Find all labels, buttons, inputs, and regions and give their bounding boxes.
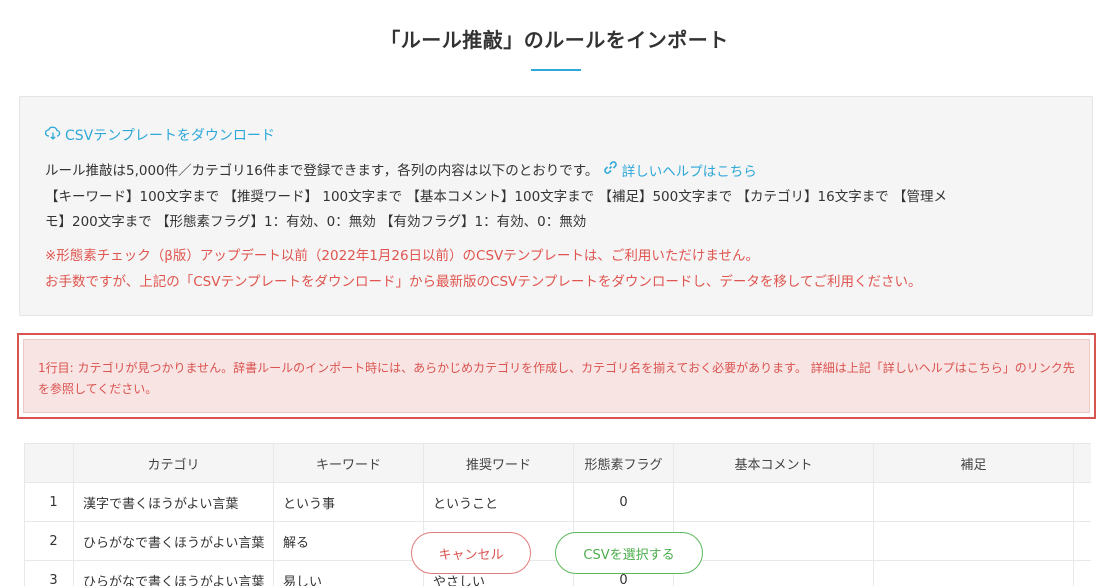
error-message: 1行目: カテゴリが見つかりません。辞書ルールのインポート時には、あらかじめカテ… <box>23 339 1090 413</box>
csv-template-download-label: CSVテンプレートをダウンロード <box>65 128 275 144</box>
col-header-recommended-word: 推奨ワード <box>423 443 574 483</box>
row-extra <box>1073 482 1091 522</box>
row-basic-comment <box>673 560 874 586</box>
page-title: 「ルール推敲」のルールをインポート <box>380 28 729 52</box>
row-extra <box>1073 521 1091 561</box>
row-basic-comment <box>673 482 874 522</box>
table-row: 1 漢字で書くほうがよい言葉 という事 ということ 0 <box>24 482 1091 522</box>
help-link[interactable]: 詳しいヘルプはこちら <box>603 160 757 180</box>
column-limits-line1: 【キーワード】100文字まで 【推奨ワード】 100文字まで 【基本コメント】1… <box>45 189 947 205</box>
row-note <box>873 521 1074 561</box>
row-index: 3 <box>24 560 74 586</box>
limits-summary-text: ルール推敲は5,000件／カテゴリ16件まで登録できます，各列の内容は以下のとお… <box>45 163 599 179</box>
col-header-basic-comment: 基本コメント <box>673 443 874 483</box>
row-category: ひらがなで書くほうがよい言葉 <box>73 521 274 561</box>
select-csv-button[interactable]: CSVを選択する <box>555 532 703 574</box>
info-box: CSVテンプレートをダウンロード ルール推敲は5,000件／カテゴリ16件まで登… <box>19 96 1093 316</box>
row-keyword: という事 <box>273 482 424 522</box>
template-version-warning: ※形態素チェック（β版）アップデート以前（2022年1月26日以前）のCSVテン… <box>45 248 759 264</box>
title-underline <box>531 69 581 71</box>
cancel-button[interactable]: キャンセル <box>411 532 531 574</box>
csv-template-download-link[interactable]: CSVテンプレートをダウンロード <box>44 125 275 145</box>
row-note <box>873 560 1074 586</box>
row-category: ひらがなで書くほうがよい言葉 <box>73 560 274 586</box>
col-header-keyword: キーワード <box>273 443 424 483</box>
table-header-row: カテゴリ キーワード 推奨ワード 形態素フラグ 基本コメント 補足 <box>24 443 1091 483</box>
row-category: 漢字で書くほうがよい言葉 <box>73 482 274 522</box>
link-icon <box>603 160 618 179</box>
col-header-note: 補足 <box>873 443 1074 483</box>
col-header-morpheme-flag: 形態素フラグ <box>573 443 674 483</box>
row-basic-comment <box>673 521 874 561</box>
column-limits-line2: モ】200文字まで 【形態素フラグ】1：有効、0：無効 【有効フラグ】1：有効、… <box>45 214 587 230</box>
row-keyword: 易しい <box>273 560 424 586</box>
limits-summary: ルール推敲は5,000件／カテゴリ16件まで登録できます，各列の内容は以下のとお… <box>45 159 757 180</box>
cloud-download-icon <box>44 126 61 144</box>
row-index: 2 <box>24 521 74 561</box>
template-update-instruction: お手数ですが、上記の「CSVテンプレートをダウンロード」から最新版のCSVテンプ… <box>45 274 922 290</box>
col-header-category: カテゴリ <box>73 443 274 483</box>
error-alert: 1行目: カテゴリが見つかりません。辞書ルールのインポート時には、あらかじめカテ… <box>17 333 1096 419</box>
row-keyword: 解る <box>273 521 424 561</box>
col-header-index <box>24 443 74 483</box>
row-recommended-word: ということ <box>423 482 574 522</box>
row-extra <box>1073 560 1091 586</box>
row-note <box>873 482 1074 522</box>
help-link-label: 詳しいヘルプはこちら <box>621 163 757 180</box>
row-morpheme-flag: 0 <box>573 482 674 522</box>
row-index: 1 <box>24 482 74 522</box>
col-header-extra <box>1073 443 1091 483</box>
